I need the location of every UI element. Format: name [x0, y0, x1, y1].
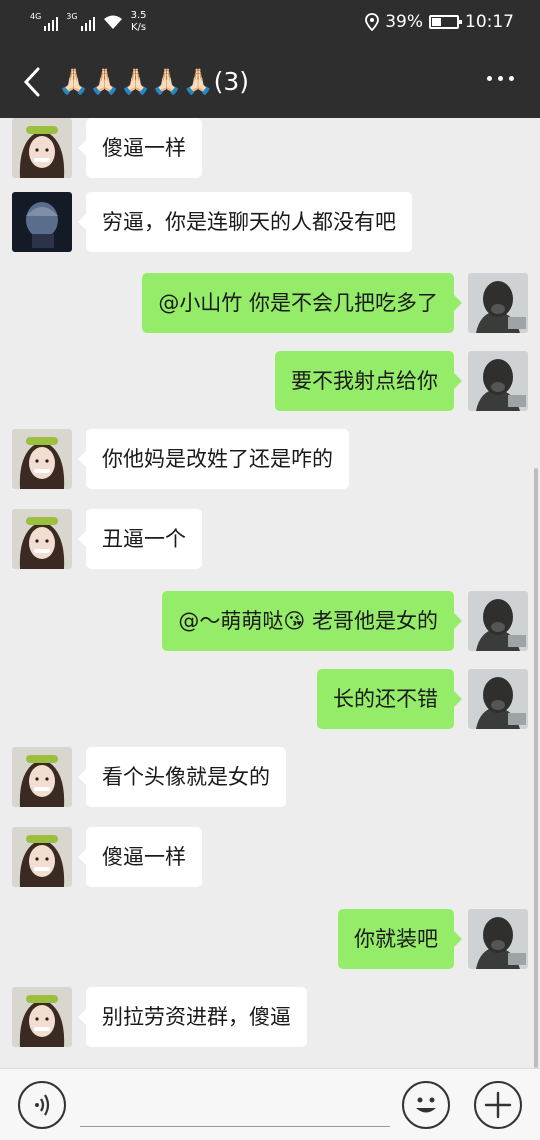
status-right: 39% 10:17: [365, 12, 514, 32]
statue-avatar[interactable]: [468, 273, 528, 333]
battery-percent: 39%: [385, 12, 423, 32]
network-speed: 3.5 K/s: [131, 10, 147, 34]
message-bubble[interactable]: 别拉劳资进群，傻逼: [78, 987, 307, 1047]
message-bubble[interactable]: 要不我射点给你: [275, 351, 462, 411]
clock: 10:17: [465, 12, 514, 32]
emoji-button[interactable]: [402, 1081, 450, 1129]
message-row: 你就装吧: [0, 909, 540, 971]
message-bubble[interactable]: 穷逼，你是连聊天的人都没有吧: [78, 192, 412, 252]
girl-avatar[interactable]: [12, 747, 72, 807]
battery-icon: [429, 15, 462, 29]
statue-avatar[interactable]: [468, 351, 528, 411]
status-bar: 4G 3G 3.5 K/s 39% 10:17: [0, 0, 540, 46]
plus-icon: [484, 1091, 512, 1119]
chat-title: 🙏🏻🙏🏻🙏🏻🙏🏻🙏🏻(3): [58, 67, 250, 96]
statue-avatar[interactable]: [468, 909, 528, 969]
signal-4g-icon: 4G: [30, 12, 59, 31]
girl-avatar[interactable]: [12, 118, 72, 178]
voice-button[interactable]: [18, 1081, 66, 1129]
message-row: 你他妈是改姓了还是咋的: [0, 429, 540, 491]
network-1-label: 4G: [30, 12, 42, 21]
network-2-label: 3G: [66, 12, 78, 21]
message-row: 看个头像就是女的: [0, 747, 540, 809]
message-row: 丑逼一个: [0, 509, 540, 571]
status-left: 4G 3G 3.5 K/s: [30, 10, 147, 34]
message-bubble[interactable]: 你他妈是改姓了还是咋的: [78, 429, 349, 489]
girl-avatar[interactable]: [12, 429, 72, 489]
back-icon[interactable]: [14, 62, 50, 102]
more-icon[interactable]: [487, 76, 514, 81]
speed-unit: K/s: [130, 22, 147, 33]
message-bubble[interactable]: 傻逼一样: [78, 827, 202, 887]
message-input[interactable]: [80, 1081, 390, 1127]
message-row: 傻逼一样: [0, 118, 540, 180]
message-bubble[interactable]: 看个头像就是女的: [78, 747, 286, 807]
message-row: 要不我射点给你: [0, 351, 540, 413]
dark-avatar[interactable]: [12, 192, 72, 252]
message-row: @小山竹 你是不会几把吃多了: [0, 273, 540, 335]
message-bubble[interactable]: 长的还不错: [317, 669, 462, 729]
plus-button[interactable]: [474, 1081, 522, 1129]
statue-avatar[interactable]: [468, 669, 528, 729]
girl-avatar[interactable]: [12, 987, 72, 1047]
input-bar: [0, 1068, 540, 1140]
chat-message-list[interactable]: 傻逼一样 穷逼，你是连聊天的人都没有吧 @小山竹 你是不会几把吃多了 要不我射点给你你…: [0, 118, 540, 1068]
scrollbar[interactable]: [534, 468, 538, 1068]
message-bubble[interactable]: 傻逼一样: [78, 118, 202, 178]
message-row: 穷逼，你是连聊天的人都没有吧: [0, 192, 540, 254]
location-icon: [365, 13, 380, 31]
wifi-icon: [103, 15, 122, 29]
battery-fill: [432, 18, 442, 26]
message-row: 别拉劳资进群，傻逼: [0, 987, 540, 1049]
message-row: @～萌萌哒😘 老哥他是女的: [0, 591, 540, 653]
voice-icon: [35, 1094, 50, 1116]
message-bubble[interactable]: @小山竹 你是不会几把吃多了: [142, 273, 462, 333]
girl-avatar[interactable]: [12, 509, 72, 569]
message-row: 长的还不错: [0, 669, 540, 731]
title-bar: 🙏🏻🙏🏻🙏🏻🙏🏻🙏🏻(3): [0, 46, 540, 118]
speed-value: 3.5: [130, 10, 147, 21]
emoji-icon: [416, 1097, 436, 1113]
signal-3g-icon: 3G: [66, 12, 95, 31]
statue-avatar[interactable]: [468, 591, 528, 651]
girl-avatar[interactable]: [12, 827, 72, 887]
message-bubble[interactable]: 你就装吧: [338, 909, 462, 969]
message-row: 傻逼一样: [0, 827, 540, 889]
message-bubble[interactable]: 丑逼一个: [78, 509, 202, 569]
message-bubble[interactable]: @～萌萌哒😘 老哥他是女的: [162, 591, 462, 651]
